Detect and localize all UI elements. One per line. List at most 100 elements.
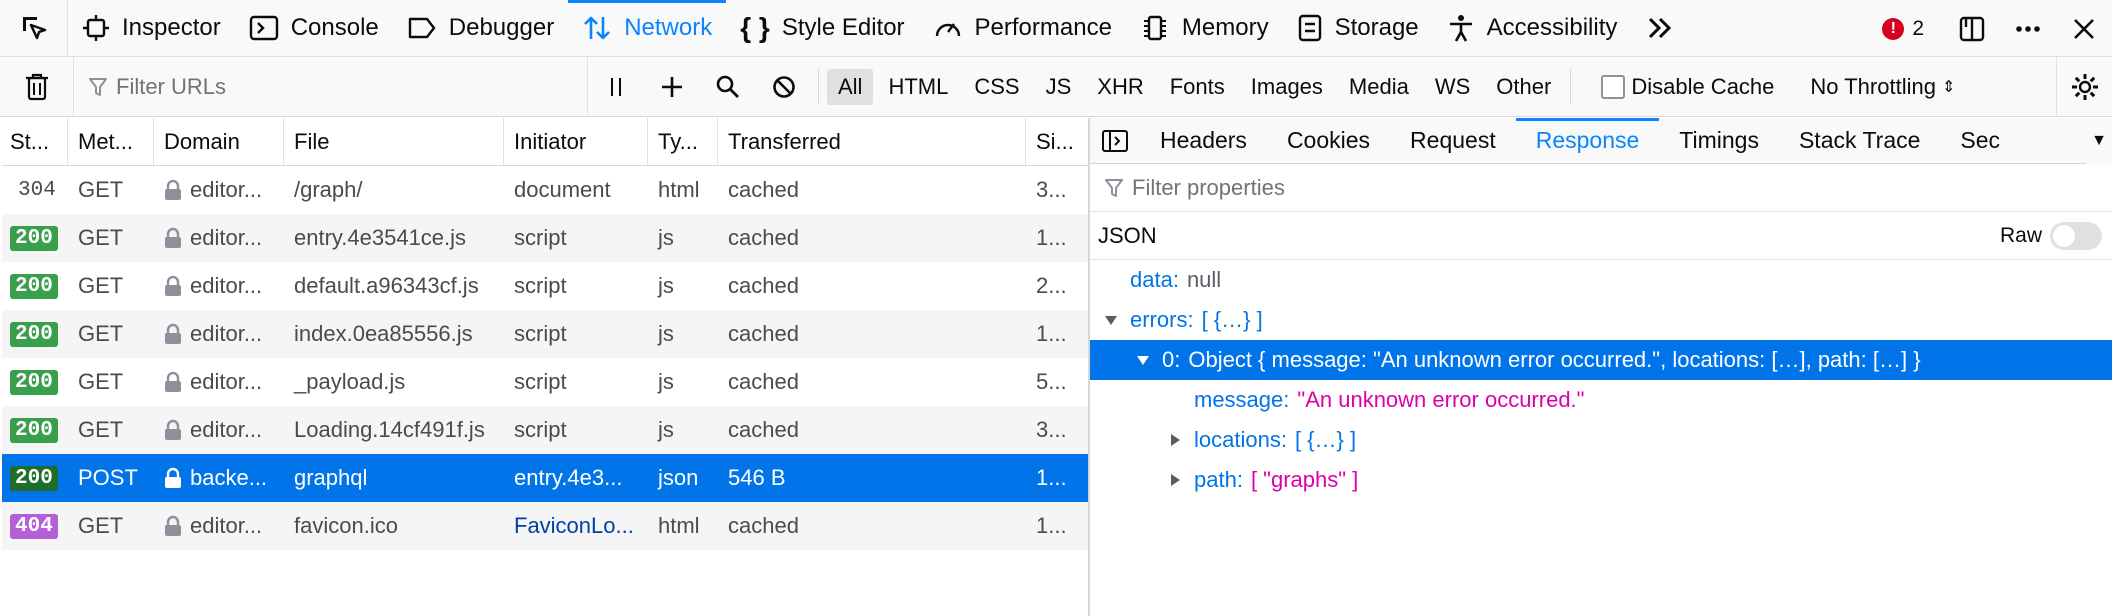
dropdown-arrow-icon: ▼	[2091, 132, 2107, 149]
column-status[interactable]: St...	[2, 118, 68, 166]
table-row[interactable]: 200 GET editor... index.0ea85556.js script js…	[2, 310, 1088, 358]
raw-switch[interactable]	[2050, 221, 2102, 250]
tab-debugger[interactable]: Debugger	[393, 0, 568, 57]
table-row[interactable]: 200 GET editor... Loading.14cf491f.js script…	[2, 406, 1088, 454]
disable-cache-checkbox[interactable]: Disable Cache	[1589, 74, 1774, 100]
filter-type-all[interactable]: All	[827, 68, 874, 105]
table-row[interactable]: 200 POST backe... graphql entry.4e3... json 54…	[2, 454, 1088, 502]
pause-button[interactable]	[588, 57, 644, 117]
tab-memory[interactable]: Memory	[1126, 0, 1283, 57]
filter-type-ws[interactable]: WS	[1424, 69, 1481, 105]
tab-timings[interactable]: Timings	[1659, 118, 1779, 164]
cell-domain: editor...	[154, 166, 284, 214]
cell-file: Loading.14cf491f.js	[294, 417, 485, 442]
tab-accessibility[interactable]: Accessibility	[1433, 0, 1632, 57]
lock-icon	[165, 371, 181, 392]
filter-type-images[interactable]: Images	[1240, 69, 1334, 105]
expanded-arrow-icon[interactable]	[1100, 309, 1122, 331]
domain-text: editor...	[190, 417, 263, 442]
column-domain[interactable]: Domain	[154, 118, 284, 166]
tab-stack-trace[interactable]: Stack Trace	[1779, 118, 1940, 164]
tab-inspector[interactable]: Inspector	[68, 0, 235, 57]
cell-domain: editor...	[154, 262, 284, 310]
performance-icon	[935, 23, 960, 37]
column-transferred[interactable]: Transferred	[718, 118, 1026, 166]
column-file[interactable]: File	[284, 118, 504, 166]
tab-network[interactable]: Network	[568, 0, 727, 57]
collapsed-arrow-icon[interactable]	[1164, 469, 1186, 491]
domain-text: editor...	[190, 321, 263, 346]
tab-storage[interactable]: Storage	[1283, 0, 1433, 57]
table-row[interactable]: 200 GET editor... entry.4e3541ce.js script js…	[2, 214, 1088, 262]
filter-properties-input[interactable]: Filter properties	[1090, 164, 2112, 212]
element-picker-button[interactable]	[0, 0, 68, 57]
json-tree-row[interactable]: data: null	[1090, 260, 2112, 300]
close-toolbox-button[interactable]	[2056, 0, 2112, 57]
tab-security[interactable]: Sec	[1940, 118, 2000, 164]
toggle-sidebar-button[interactable]	[1090, 118, 1140, 164]
filter-type-media[interactable]: Media	[1338, 69, 1420, 105]
filter-type-xhr[interactable]: XHR	[1086, 69, 1154, 105]
column-type[interactable]: Ty...	[648, 118, 718, 166]
column-size[interactable]: Si...	[1026, 118, 1088, 166]
search-button[interactable]	[700, 57, 756, 117]
lock-icon	[165, 179, 181, 200]
dock-options-button[interactable]	[1944, 0, 2000, 57]
details-tabs: Headers Cookies Request Response Timings…	[1090, 117, 2112, 164]
filter-type-js[interactable]: JS	[1035, 69, 1083, 105]
add-request-button[interactable]	[644, 57, 700, 117]
cell-file: default.a96343cf.js	[294, 273, 479, 298]
column-initiator[interactable]: Initiator	[504, 118, 648, 166]
tab-console[interactable]: Console	[235, 0, 393, 57]
domain-text: editor...	[190, 513, 263, 538]
table-row[interactable]: 304 GET editor... /graph/document html cached…	[2, 166, 1088, 214]
lock-icon	[165, 323, 181, 344]
separator	[818, 68, 819, 105]
json-tree-row[interactable]: locations: [ {…} ]	[1090, 420, 2112, 460]
clear-requests-button[interactable]	[0, 56, 74, 117]
table-row[interactable]: 200 GET editor... _payload.js script js cached…	[2, 358, 1088, 406]
tab-headers[interactable]: Headers	[1140, 118, 1267, 164]
block-requests-button[interactable]	[756, 57, 812, 117]
tab-style-editor[interactable]: { } Style Editor	[726, 0, 918, 57]
cell-file: index.0ea85556.js	[294, 321, 473, 346]
checkbox-box[interactable]	[1601, 74, 1626, 99]
json-tree-row[interactable]: errors: [ {…} ]	[1090, 300, 2112, 340]
table-row[interactable]: 404 GET editor... favicon.ico FaviconLo... ht…	[2, 502, 1088, 550]
tab-performance[interactable]: Performance	[919, 0, 1126, 57]
json-tree-row[interactable]: message: "An unknown error occurred."	[1090, 380, 2112, 420]
tab-request[interactable]: Request	[1390, 118, 1516, 164]
memory-icon	[1143, 15, 1166, 41]
tab-cookies[interactable]: Cookies	[1267, 118, 1390, 164]
expanded-arrow-icon[interactable]	[1132, 349, 1154, 371]
lock-icon	[165, 515, 181, 536]
tab-label: Memory	[1181, 14, 1269, 41]
table-row[interactable]: 200 GET editor... default.a96343cf.js script…	[2, 262, 1088, 310]
tab-response[interactable]: Response	[1515, 117, 1660, 164]
status-badge: 200	[10, 465, 58, 491]
debugger-icon	[408, 17, 435, 39]
raw-toggle[interactable]: Raw	[2000, 221, 2102, 250]
network-settings-button[interactable]	[2056, 57, 2112, 117]
network-filter-toolbar: Filter URLs All HTML CSS JS XHR Fonts Im…	[0, 56, 2112, 117]
error-count-button[interactable]: ! 2	[1862, 17, 1944, 41]
cell-type: html	[658, 177, 700, 202]
close-icon	[2074, 18, 2094, 39]
column-method[interactable]: Met...	[68, 118, 154, 166]
lock-icon	[165, 419, 181, 440]
cell-type: html	[658, 513, 700, 538]
tabs-overflow-button[interactable]: ▼	[2086, 118, 2112, 164]
cell-size: 3...	[1036, 417, 1067, 442]
filter-type-css[interactable]: CSS	[963, 69, 1030, 105]
throttling-select[interactable]: No Throttling ⇕	[1810, 74, 1955, 100]
filter-type-other[interactable]: Other	[1485, 69, 1562, 105]
more-tools-button[interactable]	[1631, 0, 1701, 57]
json-tree-row[interactable]: 0: Object { message: "An unknown error oc…	[1090, 340, 2112, 380]
collapsed-arrow-icon[interactable]	[1164, 429, 1186, 451]
filter-type-fonts[interactable]: Fonts	[1159, 69, 1236, 105]
cell-initiator[interactable]: FaviconLo...	[504, 502, 648, 550]
filter-type-html[interactable]: HTML	[877, 69, 959, 105]
filter-urls-input[interactable]: Filter URLs	[74, 56, 588, 117]
json-tree-row[interactable]: path: [ "graphs" ]	[1090, 460, 2112, 500]
options-menu-button[interactable]	[2000, 0, 2056, 57]
